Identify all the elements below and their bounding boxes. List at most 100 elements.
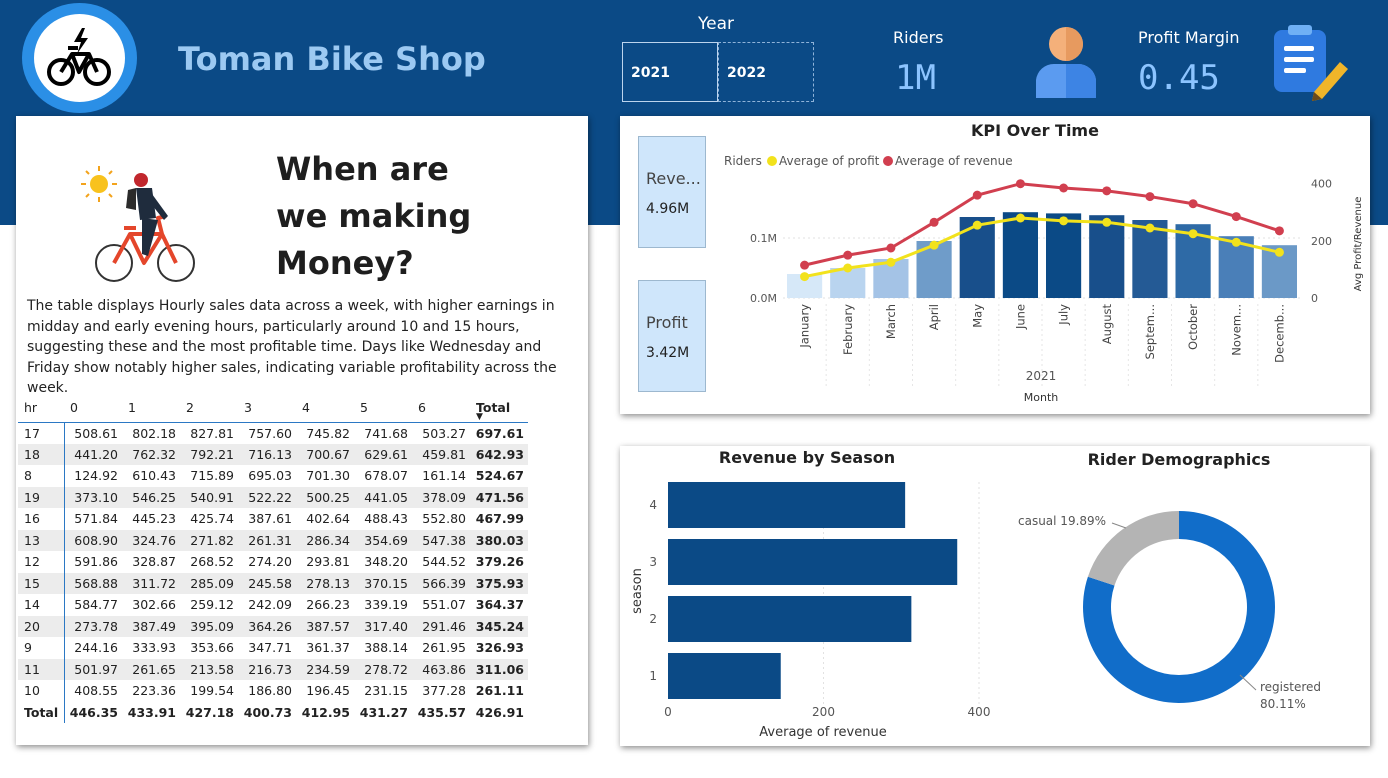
table-cell: 540.91	[180, 486, 238, 508]
profit-point	[1274, 247, 1284, 257]
x-tick-label: May	[970, 304, 984, 328]
y-tick-label: 4	[649, 498, 657, 512]
table-cell: 715.89	[180, 465, 238, 487]
y-tick-label: 2	[649, 612, 657, 626]
table-cell: 827.81	[180, 422, 238, 444]
table-row: 13 608.90 324.76 271.82 261.31 286.34 354.69 54…	[18, 529, 528, 551]
year-slicer-label: Year	[698, 14, 734, 34]
table-cell: 387.57	[296, 615, 354, 637]
table-row: 16 571.84 445.23 425.74 387.61 402.64 488.43 55…	[18, 508, 528, 530]
table-cell: 387.49	[122, 615, 180, 637]
table-cell: 701.30	[296, 465, 354, 487]
profit-point	[1059, 216, 1069, 226]
x-tick-label: Decemb...	[1272, 304, 1286, 363]
total-row-cell: 426.91	[470, 701, 528, 723]
revenue-point	[886, 243, 896, 253]
revenue-by-season-chart: Revenue by Season 4 3 2 1 0 200 400 Average of r…	[630, 448, 990, 740]
description-text: The table displays Hourly sales data acr…	[27, 298, 557, 396]
table-cell: 259.12	[180, 594, 238, 616]
revenue-point	[972, 190, 982, 200]
hour-cell: 10	[18, 680, 65, 702]
revenue-kpi-card[interactable]: Reve... 4.96M	[638, 136, 706, 248]
season-bar	[668, 596, 912, 642]
table-cell: 508.61	[64, 422, 122, 444]
table-cell: 500.25	[296, 486, 354, 508]
riders-bar	[1046, 213, 1082, 298]
hourly-sales-card: When are we making Money? The table disp…	[16, 116, 588, 745]
revenue-point	[843, 250, 853, 260]
year-2021-button[interactable]: 2021	[622, 42, 718, 102]
headline: When are we making Money?	[276, 150, 472, 282]
revenue-point	[1102, 186, 1112, 196]
table-cell: 408.55	[64, 680, 122, 702]
season-demographics-card: Revenue by Season 4 3 2 1 0 200 400 Average of r…	[620, 446, 1370, 746]
riders-bar	[1089, 215, 1125, 298]
table-cell: 278.13	[296, 572, 354, 594]
table-cell: 608.90	[64, 529, 122, 551]
table-cell: 234.59	[296, 658, 354, 680]
total-row-cell: 435.57	[412, 701, 470, 723]
profit-point	[1015, 213, 1025, 223]
table-cell: 757.60	[238, 422, 296, 444]
table-cell: 339.19	[354, 594, 412, 616]
table-cell: 373.10	[64, 486, 122, 508]
table-cell: 291.46	[412, 615, 470, 637]
total-row-cell: 433.91	[122, 701, 180, 723]
revenue-point	[1231, 212, 1241, 222]
user-icon	[1036, 27, 1096, 98]
x-tick-label: January	[798, 304, 812, 349]
table-cell: 501.97	[64, 658, 122, 680]
table-cell: 388.14	[354, 637, 412, 659]
profit-point	[1102, 217, 1112, 227]
column-header[interactable]: 5	[354, 394, 412, 423]
column-header[interactable]: 0	[64, 394, 122, 423]
column-header[interactable]: 6	[412, 394, 470, 423]
profit-point	[1145, 223, 1155, 233]
table-cell: 716.13	[238, 443, 296, 465]
column-header[interactable]: 4	[296, 394, 354, 423]
table-cell: 242.09	[238, 594, 296, 616]
y-right-tick: 400	[1311, 178, 1332, 191]
profit-kpi-card[interactable]: Profit 3.42M	[638, 280, 706, 392]
x-tick-label: 200	[812, 705, 835, 719]
year-2022-button[interactable]: 2022	[718, 42, 814, 102]
table-cell: 293.81	[296, 551, 354, 573]
table-cell: 231.15	[354, 680, 412, 702]
column-header-total[interactable]: Total ▼	[470, 394, 528, 423]
column-header[interactable]: 1	[122, 394, 180, 423]
x-tick-label: July	[1057, 304, 1071, 326]
table-cell: 354.69	[354, 529, 412, 551]
column-header[interactable]: 3	[238, 394, 296, 423]
table-cell: 610.43	[122, 465, 180, 487]
column-header[interactable]: 2	[180, 394, 238, 423]
chart-title: Revenue by Season	[719, 448, 895, 467]
y-tick-label: 1	[649, 669, 657, 683]
hour-cell: 19	[18, 486, 65, 508]
table-cell: 348.20	[354, 551, 412, 573]
table-row: 20 273.78 387.49 395.09 364.26 387.57 317.40 29…	[18, 615, 528, 637]
table-cell: 261.95	[412, 637, 470, 659]
table-cell: 591.86	[64, 551, 122, 573]
y-right-tick: 200	[1311, 235, 1332, 248]
table-cell: 161.14	[412, 465, 470, 487]
chart-title: Rider Demographics	[1088, 450, 1271, 469]
column-header[interactable]: hr	[18, 394, 64, 423]
hourly-sales-table: hr 0 1 2 3 4 5 6 Total ▼ 17 508.61 802.18 8…	[18, 394, 528, 723]
table-cell: 463.86	[412, 658, 470, 680]
table-cell: 552.80	[412, 508, 470, 530]
table-cell: 544.52	[412, 551, 470, 573]
total-cell: 524.67	[470, 465, 528, 487]
profit-point	[843, 263, 853, 273]
table-cell: 124.92	[64, 465, 122, 487]
table-cell: 328.87	[122, 551, 180, 573]
total-cell: 261.11	[470, 680, 528, 702]
app-title: Toman Bike Shop	[178, 40, 486, 78]
total-cell: 642.93	[470, 443, 528, 465]
profit-point	[972, 220, 982, 230]
registered-label: registered	[1260, 680, 1321, 694]
table-cell: 584.77	[64, 594, 122, 616]
table-cell: 347.71	[238, 637, 296, 659]
table-row: 15 568.88 311.72 285.09 245.58 278.13 370.15 56…	[18, 572, 528, 594]
riders-label: Riders	[893, 28, 944, 47]
table-cell: 488.43	[354, 508, 412, 530]
